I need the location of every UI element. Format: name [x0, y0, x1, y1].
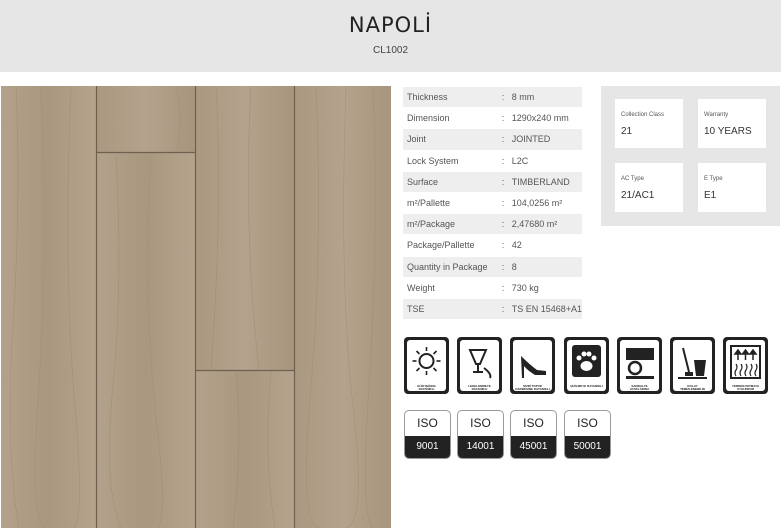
- icon-caption: SANDALYE AYAKLARINA DAYANIKLI: [629, 384, 650, 394]
- spec-row: Surface: TIMBERLAND: [403, 170, 582, 193]
- info-panel: Collection Class 21 Warranty 10 YEARS AC…: [601, 86, 780, 226]
- spec-table: Thickness:8 mm Dimension:1290x240 mm Joint…: [403, 85, 582, 320]
- iso-label: ISO: [470, 416, 491, 430]
- chair-wheel-icon: SANDALYE AYAKLARINA DAYANIKLI: [617, 337, 662, 394]
- icon-caption: SİVRİ TOPUK DARBESİNE DAYANIKLI: [515, 384, 550, 391]
- spec-value: TIMBERLAND: [507, 170, 582, 193]
- spec-value: 8: [507, 255, 582, 278]
- info-card: AC Type 21/AC1: [615, 163, 683, 212]
- spec-value: JOINTED: [507, 128, 582, 151]
- spec-value: TS EN 15468+A1: [507, 297, 582, 320]
- spec-row: Weight:730 kg: [403, 276, 582, 299]
- spec-row: Package/Pallette:42: [403, 234, 582, 256]
- spec-row: m²/Pallette:104,0256 m²: [403, 191, 582, 214]
- icon-caption: KOLAY TEMİZLENEBİLİR: [680, 384, 705, 391]
- floor-texture-image: [1, 86, 391, 528]
- iso-badge: ISO 50001: [564, 410, 611, 459]
- spec-row: Thickness:8 mm: [403, 85, 582, 108]
- spec-separator: :: [498, 297, 508, 320]
- spec-value: L2C: [507, 149, 582, 172]
- sun-icon: GÜN IŞIĞINA DAYANIKLI: [404, 337, 449, 394]
- spec-value: 2,47680 m²: [507, 213, 582, 235]
- icon-caption: YERDEN ISITMAYA UYGUNDUR: [731, 384, 760, 391]
- iso-label: ISO: [577, 416, 598, 430]
- iso-badge: ISO 45001: [510, 410, 557, 459]
- spec-label: m²/Pallette: [403, 191, 499, 214]
- spec-separator: :: [498, 149, 508, 172]
- info-card: Collection Class 21: [615, 99, 683, 148]
- spec-separator: :: [498, 128, 508, 151]
- iso-badge: ISO 14001: [457, 410, 504, 459]
- stain-resistant-icon: LEKELENMEYE DAYANIKLI: [457, 337, 502, 394]
- spec-row: Lock System: L2C: [403, 149, 582, 172]
- spec-separator: :: [498, 213, 508, 235]
- iso-number: 9001: [405, 436, 450, 458]
- mop-bucket-icon: KOLAY TEMİZLENEBİLİR: [670, 337, 715, 394]
- spec-value: 730 kg: [507, 276, 582, 299]
- info-card-label: E Type: [704, 176, 723, 182]
- spec-label: Quantity in Package: [403, 255, 499, 278]
- icon-caption: GÜN IŞIĞINA DAYANIKLI: [417, 384, 436, 391]
- spec-label: Surface: [403, 170, 499, 193]
- info-card-label: AC Type: [621, 176, 644, 182]
- product-title: NAPOLİ: [348, 13, 433, 37]
- info-card: Warranty 10 YEARS: [698, 99, 766, 148]
- high-heel-icon: SİVRİ TOPUK DARBESİNE DAYANIKLI: [510, 337, 555, 394]
- icon-caption: ÇİZİLMEYE DAYANIKLI: [570, 384, 603, 388]
- iso-number: 50001: [565, 436, 610, 458]
- spec-label: Dimension: [403, 107, 499, 129]
- info-card-value: 21/AC1: [621, 190, 655, 201]
- iso-number: 14001: [458, 436, 503, 458]
- info-card: E Type E1: [698, 163, 766, 212]
- spec-label: Weight: [403, 276, 499, 299]
- spec-separator: :: [498, 85, 508, 108]
- spec-label: Lock System: [403, 149, 499, 172]
- spec-label: TSE: [403, 297, 499, 320]
- spec-value: 42: [507, 234, 582, 256]
- underfloor-heating-icon: YERDEN ISITMAYA UYGUNDUR: [723, 337, 768, 394]
- info-card-value: E1: [704, 190, 717, 201]
- spec-separator: :: [498, 255, 508, 278]
- spec-label: m²/Package: [403, 213, 499, 235]
- spec-row: Quantity in Package:8: [403, 255, 582, 278]
- icon-caption: LEKELENMEYE DAYANIKLI: [468, 384, 491, 391]
- header: NAPOLİ CL1002: [0, 0, 781, 72]
- info-card-value: 10 YEARS: [704, 126, 752, 137]
- info-card-label: Collection Class: [621, 112, 665, 118]
- spec-separator: :: [498, 107, 508, 129]
- product-code: CL1002: [372, 45, 409, 56]
- spec-value: 1290x240 mm: [507, 107, 582, 129]
- spec-value: 104,0256 m²: [507, 191, 582, 214]
- spec-row: Dimension:1290x240 mm: [403, 107, 582, 129]
- spec-row: Joint: JOINTED: [403, 128, 582, 151]
- iso-badge: ISO 9001: [404, 410, 451, 459]
- iso-label: ISO: [417, 416, 438, 430]
- iso-number: 45001: [511, 436, 556, 458]
- spec-separator: :: [498, 170, 508, 193]
- info-card-value: 21: [621, 126, 633, 137]
- spec-label: Thickness: [403, 85, 499, 108]
- spec-value: 8 mm: [507, 85, 582, 108]
- paw-icon: ÇİZİLMEYE DAYANIKLI: [564, 337, 609, 394]
- iso-label: ISO: [523, 416, 544, 430]
- spec-row: TSE: TS EN 15468+A1: [403, 297, 582, 320]
- wood-planks: [1, 86, 391, 528]
- spec-separator: :: [498, 276, 508, 299]
- spec-label: Package/Pallette: [403, 234, 499, 256]
- spec-row: m²/Package:2,47680 m²: [403, 213, 582, 235]
- info-card-label: Warranty: [704, 112, 729, 118]
- spec-label: Joint: [403, 128, 499, 151]
- spec-separator: :: [498, 191, 508, 214]
- spec-separator: :: [498, 234, 508, 256]
